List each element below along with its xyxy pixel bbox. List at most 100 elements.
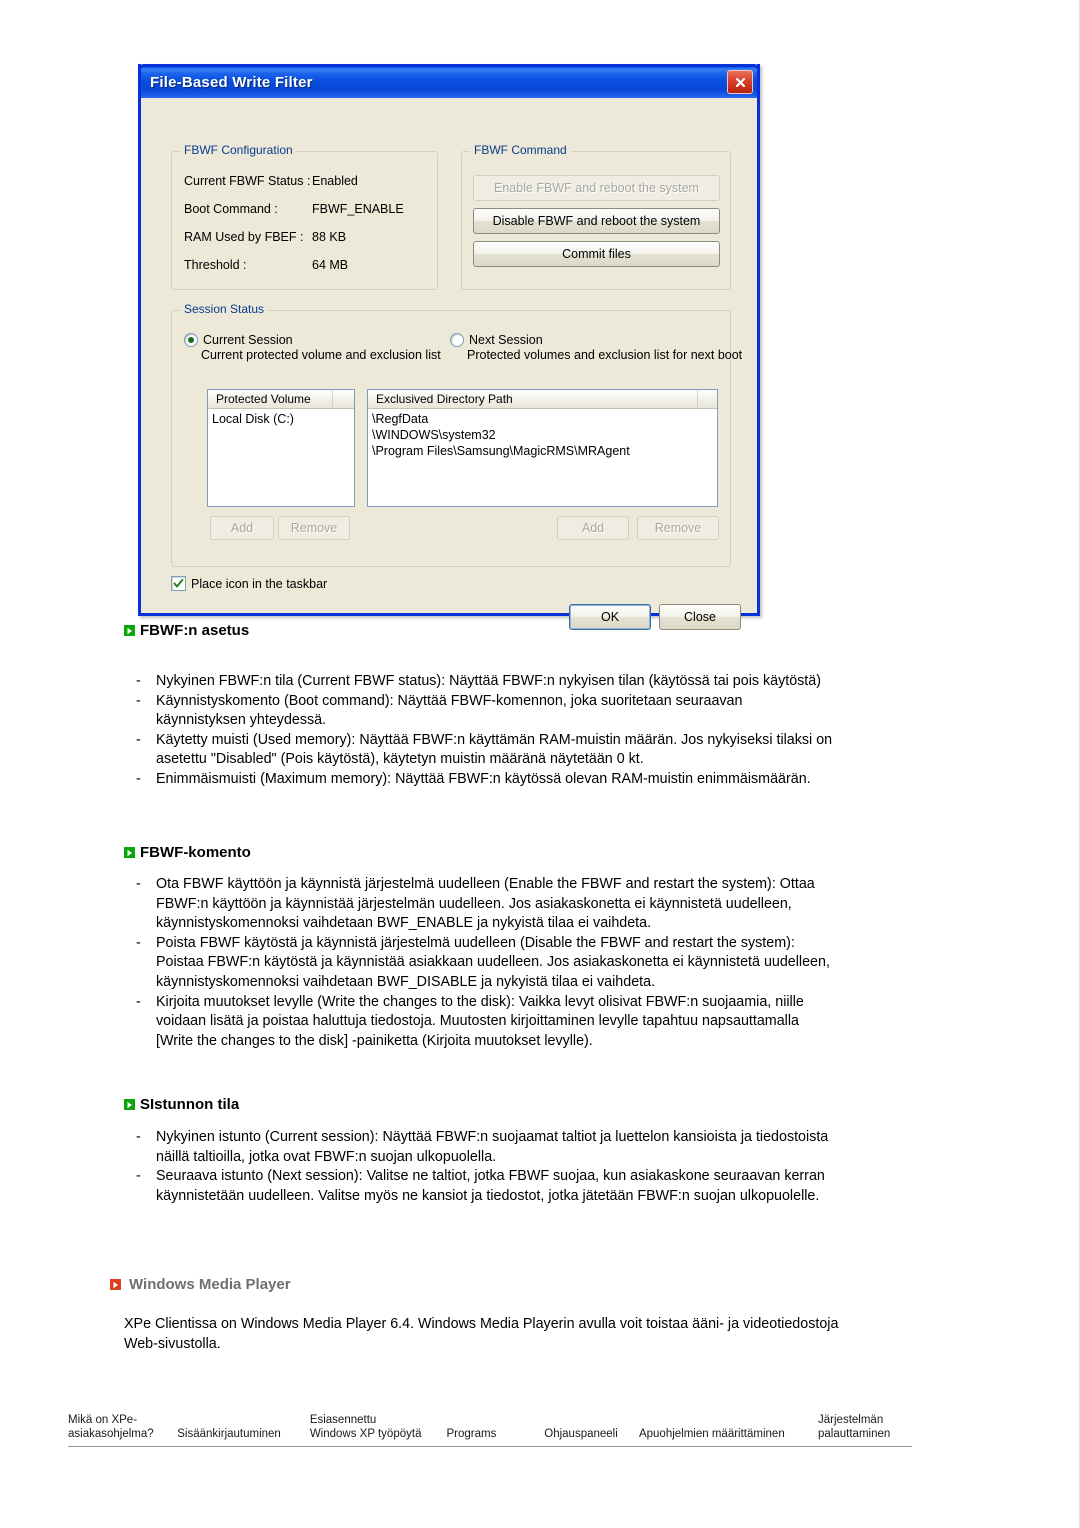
list-item: - Käytetty muisti (Used memory): Näyttää … (124, 731, 834, 770)
section-heading-text: FBWF-komento (140, 844, 251, 861)
disable-fbwf-button[interactable]: Disable FBWF and reboot the system (473, 208, 720, 234)
footer-navigation: Mikä on XPe- asiakasohjelma? Sisäänkirja… (68, 1398, 912, 1447)
excluded-path-listbox[interactable]: Exclusived Directory Path \RegfData \WIN… (367, 389, 718, 507)
section-heading-sistunnon-tila: SIstunnon tila (124, 1096, 239, 1113)
section-heading-fbwf-asetus: FBWF:n asetus (124, 622, 249, 639)
dash-marker: - (136, 692, 141, 709)
volume-add-button[interactable]: Add (210, 516, 274, 540)
place-icon-in-taskbar-label: Place icon in the taskbar (191, 576, 328, 591)
section-heading-text: SIstunnon tila (140, 1096, 240, 1113)
place-icon-in-taskbar-checkbox[interactable]: Place icon in the taskbar (171, 576, 327, 591)
ok-button[interactable]: OK (569, 604, 651, 630)
current-status-label: Current FBWF Status : (184, 174, 311, 188)
list-item: - Käynnistyskomento (Boot command): Näytt… (124, 692, 834, 731)
path-add-button[interactable]: Add (557, 516, 629, 540)
list-item[interactable]: Local Disk (C:) (208, 411, 354, 427)
dash-marker: - (136, 1129, 141, 1145)
file-based-write-filter-dialog: File-Based Write Filter FBWF Configurati… (138, 64, 760, 630)
nav-item-jarjestelman-palauttaminen[interactable]: Järjestelmän palauttaminen (818, 1414, 912, 1446)
section-heading-text: FBWF:n asetus (140, 622, 250, 639)
list-item-text: Nykyinen istunto (Current session): Näyt… (156, 1129, 829, 1165)
radio-next-session[interactable]: Next Session Protected volumes and exclu… (450, 333, 742, 362)
close-button[interactable]: Close (659, 604, 741, 630)
section-heading-fbwf-komento: FBWF-komento (124, 844, 251, 861)
play-bullet-icon (124, 625, 135, 636)
protected-volume-listbox[interactable]: Protected Volume Local Disk (C:) (207, 389, 355, 507)
nav-item-ohjauspaneeli[interactable]: Ohjauspaneeli (544, 1428, 627, 1447)
play-bullet-icon (110, 1279, 121, 1290)
protected-volume-item-0: Local Disk (C:) (212, 412, 294, 426)
protected-volume-items: Local Disk (C:) (208, 409, 354, 427)
fbwf-configuration-title: FBWF Configuration (180, 143, 297, 157)
nav-item-esiasennettu-windows-xp[interactable]: Esiasennettu Windows XP työpöytä (310, 1414, 425, 1446)
ram-used-value: 88 KB (312, 230, 347, 244)
ram-used-label: RAM Used by FBEF : (184, 230, 304, 244)
dash-marker: - (136, 934, 141, 951)
dash-marker: - (136, 1168, 141, 1185)
section-heading-windows-media-player: Windows Media Player (110, 1276, 291, 1293)
boot-command-value: FBWF_ENABLE (312, 202, 404, 216)
nav-item-apuohjelmien-maarittaminen[interactable]: Apuohjelmien määrittäminen (639, 1428, 810, 1447)
nav-item-mika-on-xpe[interactable]: Mikä on XPe- asiakasohjelma? (68, 1414, 173, 1446)
section-heading-text: Windows Media Player (129, 1276, 291, 1293)
protected-volume-column-header: Protected Volume (208, 390, 333, 408)
list-item-text: Ota FBWF käyttöön ja käynnistä järjestel… (156, 876, 815, 932)
list-item[interactable]: \WINDOWS\system32 (368, 427, 717, 443)
list-item-text: Enimmäismuisti (Maximum memory): Näyttää… (156, 770, 811, 787)
protected-volume-header-row: Protected Volume (208, 390, 354, 409)
checkmark-icon[interactable] (171, 576, 186, 591)
session-status-title: Session Status (180, 302, 269, 316)
list-item: - Seuraava istunto (Next session): Valits… (124, 1167, 838, 1206)
list-item-text: Käynnistyskomento (Boot command): Näyttä… (156, 692, 743, 729)
session-status-group: Session Status Current Session Current p… (171, 302, 742, 567)
dash-marker: - (136, 770, 141, 787)
boot-command-label: Boot Command : (184, 202, 278, 216)
close-icon[interactable] (727, 70, 753, 94)
threshold-value: 64 MB (312, 258, 349, 272)
threshold-label: Threshold : (184, 258, 247, 272)
radio-next-session-icon[interactable] (450, 333, 464, 347)
dialog-title: File-Based Write Filter (150, 74, 313, 91)
section-list-sistunnon-tila: - Nykyinen istunto (Current session): Näy… (124, 1128, 838, 1206)
list-item-text: Kirjoita muutokset levylle (Write the ch… (156, 993, 804, 1049)
dash-marker: - (136, 673, 141, 689)
list-item-text: Poista FBWF käytöstä ja käynnistä järjes… (156, 934, 830, 990)
radio-current-session-description: Current protected volume and exclusion l… (201, 348, 441, 362)
play-bullet-icon (124, 847, 135, 858)
section-list-fbwf-komento: - Ota FBWF käyttöön ja käynnistä järjeste… (124, 875, 836, 1051)
list-item: - Nykyinen istunto (Current session): Näy… (124, 1128, 838, 1167)
list-item: - Nykyinen FBWF:n tila (Current FBWF stat… (124, 672, 834, 692)
list-item-text: Käytetty muisti (Used memory): Näyttää F… (156, 731, 833, 768)
list-item: - Ota FBWF käyttöön ja käynnistä järjeste… (124, 875, 836, 934)
nav-item-sisaankirjautuminen[interactable]: Sisäänkirjautuminen (177, 1428, 294, 1447)
section-list-fbwf-asetus: - Nykyinen FBWF:n tila (Current FBWF stat… (124, 672, 834, 790)
radio-next-session-description: Protected volumes and exclusion list for… (467, 348, 743, 362)
list-item-text: Nykyinen FBWF:n tila (Current FBWF statu… (156, 673, 821, 689)
list-item: - Poista FBWF käytöstä ja käynnistä järje… (124, 934, 836, 993)
excluded-path-column-header: Exclusived Directory Path (368, 390, 698, 408)
radio-next-session-label: Next Session (469, 333, 543, 347)
list-item-text: Seuraava istunto (Next session): Valitse… (156, 1168, 825, 1204)
radio-current-session-label: Current Session (203, 333, 293, 347)
list-item[interactable]: \Program Files\Samsung\MagicRMS\MRAgent (368, 443, 717, 459)
radio-current-session-icon[interactable] (184, 333, 198, 347)
list-item: - Enimmäismuisti (Maximum memory): Näyttä… (124, 770, 834, 790)
radio-current-session[interactable]: Current Session Current protected volume… (184, 333, 441, 362)
path-remove-button[interactable]: Remove (637, 516, 719, 540)
list-item[interactable]: \RegfData (368, 411, 717, 427)
excluded-path-items: \RegfData \WINDOWS\system32 \Program Fil… (368, 409, 717, 459)
commit-files-button[interactable]: Commit files (473, 241, 720, 267)
volume-remove-button[interactable]: Remove (278, 516, 350, 540)
fbwf-command-title: FBWF Command (470, 143, 571, 157)
fbwf-configuration-group: FBWF Configuration Current FBWF Status :… (171, 143, 438, 290)
fbwf-command-group: FBWF Command Enable FBWF and reboot the … (461, 143, 731, 290)
play-bullet-icon (124, 1099, 135, 1110)
enable-fbwf-button[interactable]: Enable FBWF and reboot the system (473, 175, 720, 201)
current-status-value: Enabled (312, 174, 358, 188)
excluded-path-header-row: Exclusived Directory Path (368, 390, 717, 409)
dash-marker: - (136, 876, 141, 892)
list-item: - Kirjoita muutokset levylle (Write the c… (124, 993, 836, 1052)
nav-item-programs[interactable]: Programs (446, 1428, 512, 1447)
dash-marker: - (136, 993, 141, 1010)
dialog-body: FBWF Configuration Current FBWF Status :… (141, 98, 757, 630)
